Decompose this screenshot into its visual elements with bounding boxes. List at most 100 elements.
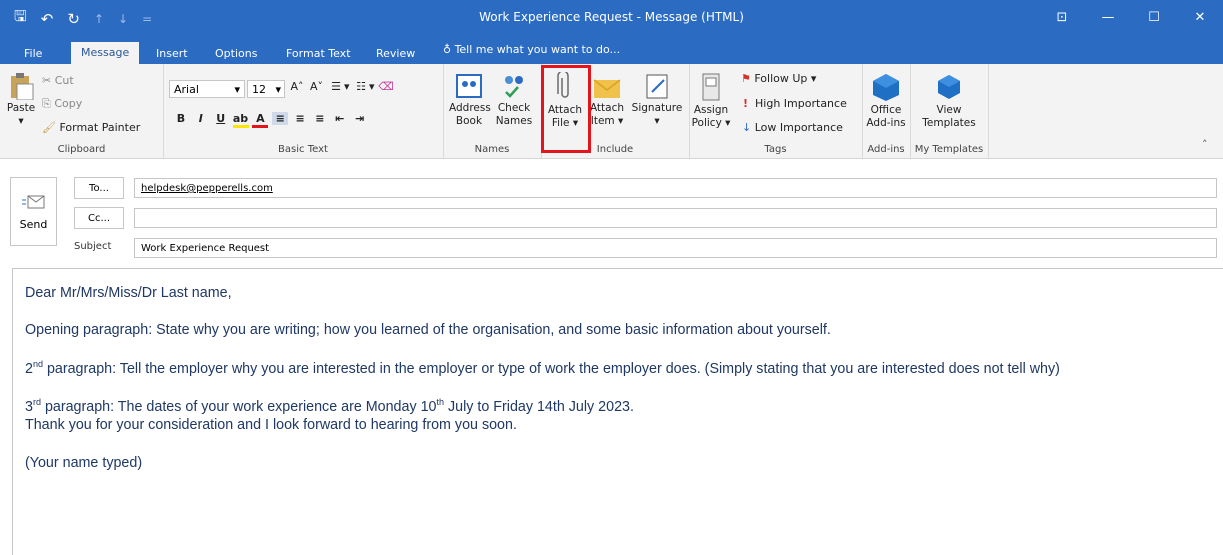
bold-icon[interactable]: B — [173, 112, 189, 125]
follow-up-button[interactable]: ⚑ Follow Up ▾ — [741, 72, 816, 85]
ribbon-display-options-icon[interactable]: ⊡ — [1039, 0, 1085, 34]
font-name-combo[interactable]: Arial ▾ — [169, 80, 245, 98]
follow-up-label: Follow Up ▾ — [754, 72, 817, 85]
signature-button[interactable]: Signature ▾ — [629, 72, 685, 128]
send-icon — [21, 195, 44, 209]
check-names-button[interactable]: Check Names — [493, 72, 535, 128]
align-right-icon[interactable]: ≡ — [312, 112, 328, 125]
copy-label: Copy — [54, 97, 83, 110]
underline-icon[interactable]: U — [213, 112, 229, 125]
my-templates-group-label: My Templates — [914, 144, 984, 155]
signature-label-2: ▾ — [654, 115, 660, 127]
tab-review[interactable]: Review — [366, 43, 425, 64]
align-center-icon[interactable]: ≡ — [292, 112, 308, 125]
undo-icon[interactable]: ↶ — [41, 10, 54, 28]
window-controls: ⊡ — ☐ ✕ — [1039, 0, 1223, 34]
copy-icon: ⎘ — [42, 97, 51, 110]
subject-field[interactable]: Work Experience Request — [134, 238, 1217, 258]
copy-button[interactable]: ⎘ Copy — [42, 97, 82, 111]
clear-formatting-icon[interactable]: ⌫ — [378, 80, 394, 93]
collapse-ribbon-icon[interactable]: ˄ — [1202, 138, 1208, 151]
subject-label: Subject — [74, 241, 112, 252]
address-book-label-1: Address — [449, 102, 491, 114]
tab-file[interactable]: File — [14, 43, 52, 64]
increase-indent-icon[interactable]: ⇥ — [352, 112, 368, 125]
view-templates-label-1: View — [936, 104, 962, 116]
tab-message[interactable]: Message — [71, 42, 140, 64]
decrease-indent-icon[interactable]: ⇤ — [332, 112, 348, 125]
close-icon[interactable]: ✕ — [1177, 0, 1223, 34]
tab-format-text[interactable]: Format Text — [276, 43, 361, 64]
greeting-line: Dear Mr/Mrs/Miss/Dr Last name, — [25, 285, 232, 301]
basic-text-group: Arial ▾ 12 ▾ A˄ A˅ ☰ ▾ ☷ ▾ ⌫ B I U ab A ≡ ≡ … — [163, 64, 444, 158]
cc-field[interactable] — [134, 208, 1217, 228]
attach-item-label-1: Attach — [589, 102, 625, 114]
basic-text-group-label: Basic Text — [278, 144, 328, 155]
view-templates-button[interactable]: View Templates — [916, 72, 982, 130]
paragraph-4: Thank you for your consideration and I l… — [25, 417, 517, 433]
assign-policy-button[interactable]: Assign Policy ▾ — [691, 72, 731, 130]
assign-policy-label-2: Policy ▾ — [691, 117, 731, 129]
to-recipient[interactable]: helpdesk@pepperells.com — [141, 183, 273, 194]
paragraph-1: Opening paragraph: State why you are wri… — [25, 322, 831, 338]
maximize-icon[interactable]: ☐ — [1131, 0, 1177, 34]
tags-group-label: Tags — [764, 144, 787, 155]
names-group-label: Names — [474, 144, 510, 155]
addins-group: Office Add-ins Add-ins — [862, 64, 911, 158]
office-addins-label-2: Add-ins — [866, 117, 906, 129]
highlight-icon[interactable]: ab — [232, 112, 249, 128]
shrink-font-icon[interactable]: A˅ — [309, 80, 325, 93]
numbering-icon[interactable]: ☷ — [353, 80, 369, 93]
paste-button[interactable]: Paste ▾ — [6, 72, 36, 128]
minimize-icon[interactable]: — — [1085, 0, 1131, 34]
tab-insert[interactable]: Insert — [146, 43, 198, 64]
font-size-combo[interactable]: 12 ▾ — [247, 80, 285, 98]
view-templates-icon — [938, 75, 960, 99]
paragraph-3-text-b: July to Friday 14th July 2023. — [444, 399, 634, 415]
high-importance-button[interactable]: ! High Importance — [743, 97, 847, 110]
address-book-button[interactable]: Address Book — [449, 72, 491, 128]
office-addins-icon — [873, 74, 899, 101]
align-left-icon[interactable]: ≡ — [272, 112, 289, 125]
customize-toolbar-icon[interactable]: = — [142, 12, 152, 26]
up-arrow-icon[interactable]: ↑ — [94, 12, 104, 26]
format-painter-label: Format Painter — [59, 121, 141, 134]
save-icon[interactable]: 🖫 — [14, 6, 27, 31]
office-addins-label-1: Office — [870, 104, 902, 116]
message-body[interactable]: Dear Mr/Mrs/Miss/Dr Last name, Opening p… — [12, 268, 1223, 555]
attach-item-button[interactable]: Attach Item ▾ — [587, 72, 627, 128]
my-templates-group: View Templates My Templates — [910, 64, 989, 158]
cut-label: Cut — [54, 74, 74, 87]
format-painter-button[interactable]: 🖌 Format Painter — [42, 121, 140, 134]
high-importance-label: High Importance — [755, 97, 847, 110]
tab-options[interactable]: Options — [205, 43, 267, 64]
grow-font-icon[interactable]: A˄ — [289, 80, 305, 93]
tell-me-text: Tell me what you want to do... — [454, 43, 621, 56]
font-color-icon[interactable]: A — [252, 112, 269, 128]
tell-me-box[interactable]: ♁ Tell me what you want to do... — [443, 43, 620, 56]
to-button[interactable]: To... — [74, 177, 124, 199]
font-name-value: Arial — [174, 83, 199, 96]
cc-button[interactable]: Cc... — [74, 207, 124, 229]
down-arrow-icon[interactable]: ↓ — [118, 12, 128, 26]
lightbulb-icon: ♁ — [443, 43, 452, 56]
paragraph-3-number: 3 — [25, 399, 33, 415]
to-field[interactable]: helpdesk@pepperells.com — [134, 178, 1217, 198]
send-button[interactable]: Send — [10, 177, 57, 246]
low-importance-label: Low Importance — [754, 121, 843, 134]
clipboard-group: Paste ▾ ✂ Cut ⎘ Copy 🖌 Format Painter Cli… — [0, 64, 164, 158]
paste-icon — [11, 73, 34, 100]
tags-group: Assign Policy ▾ ⚑ Follow Up ▾ ! High Impo… — [689, 64, 863, 158]
office-addins-button[interactable]: Office Add-ins — [864, 72, 908, 130]
cut-button[interactable]: ✂ Cut — [42, 74, 74, 87]
bullets-icon[interactable]: ☰ — [328, 80, 344, 93]
redo-icon[interactable]: ↻ — [67, 10, 80, 28]
attach-item-label-2: Item ▾ — [590, 115, 624, 127]
font-size-value: 12 — [252, 83, 266, 96]
address-book-label-2: Book — [455, 115, 483, 127]
paragraph-3-text-a: paragraph: The dates of your work experi… — [40, 399, 437, 415]
check-names-label-2: Names — [495, 115, 533, 127]
italic-icon[interactable]: I — [193, 112, 209, 125]
paragraph-2-number: 2 — [25, 361, 33, 377]
low-importance-button[interactable]: ↓ Low Importance — [742, 121, 843, 134]
